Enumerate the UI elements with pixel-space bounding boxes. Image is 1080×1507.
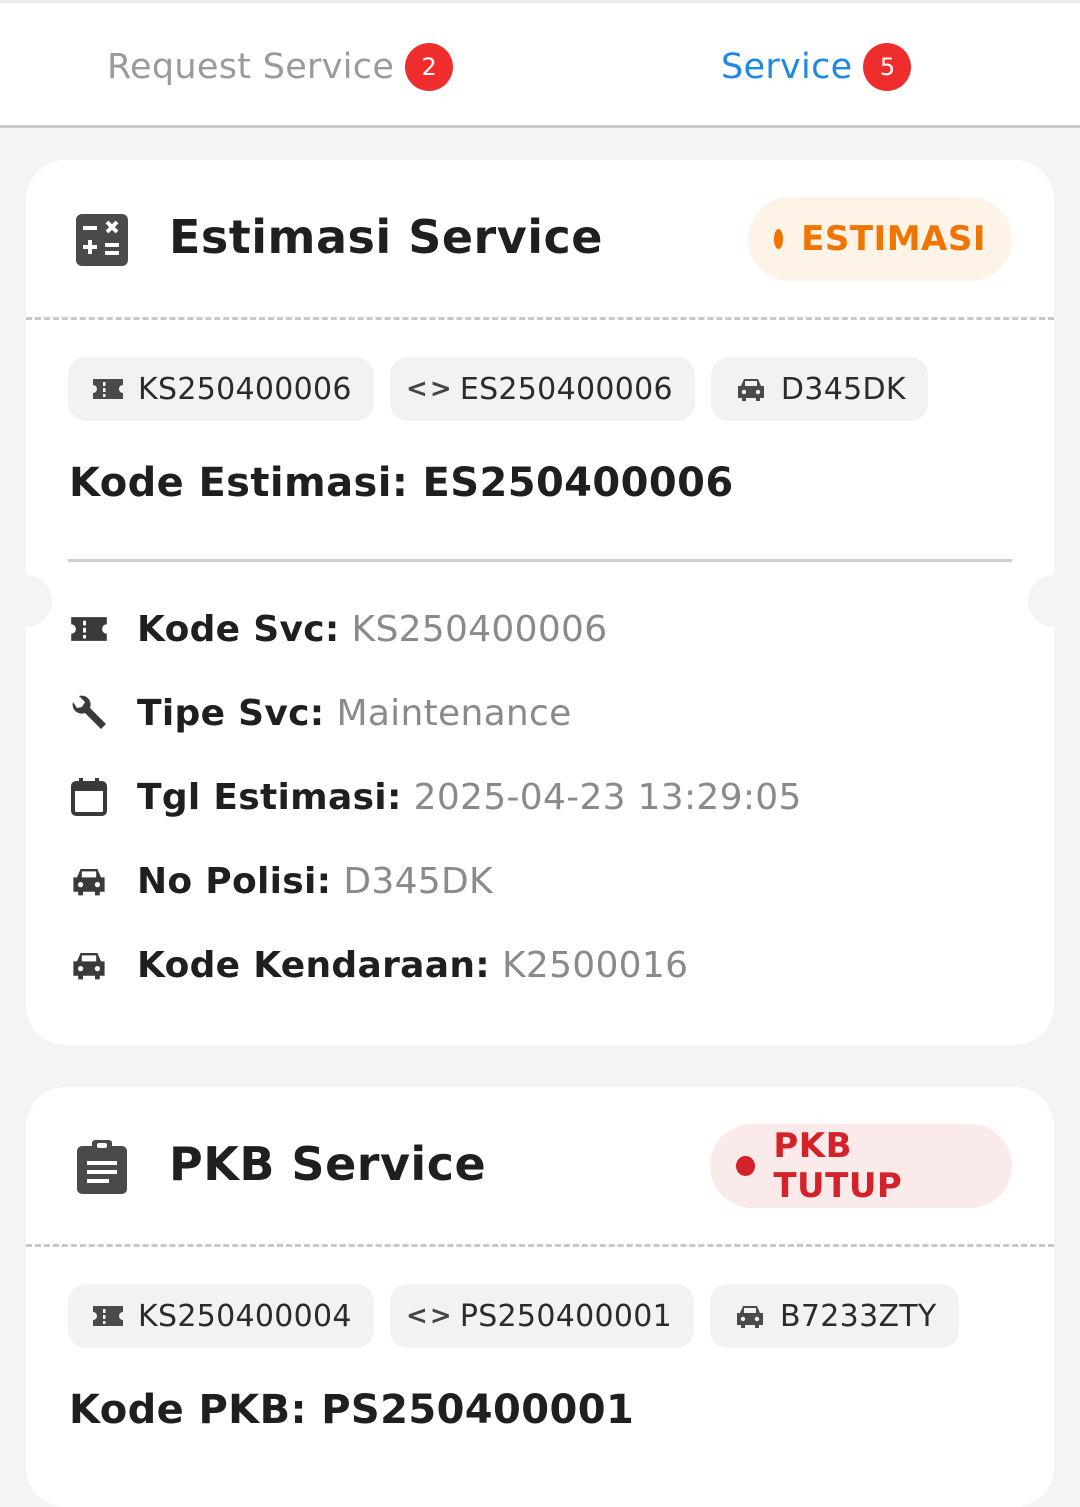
chip-text: PS250400001 [459,1298,673,1334]
plate-chip: D345DK [710,357,928,421]
pkb-code-line: Kode PKB: PS250400001 [69,1387,634,1433]
tab-service[interactable]: Service 5 [721,39,912,95]
chip-text: B7233ZTY [780,1298,937,1334]
wrench-icon [68,692,110,734]
car-icon [68,860,110,902]
ticket-icon [92,1302,124,1330]
status-dot [736,1156,756,1176]
pkb-service-card[interactable]: PKB Service PKB TUTUP KS250400004 <> PS2… [26,1087,1054,1507]
info-row-kode-kendaraan: Kode Kendaraan: K2500016 [68,937,688,993]
card-notch [1028,575,1054,627]
chip-row: KS250400006 <> ES250400006 D345DK [68,357,944,421]
pkb-code-chip: <> PS250400001 [389,1284,695,1348]
ticket-icon [68,608,110,650]
code-label: Kode PKB: [69,1387,307,1433]
tab-bar: Request Service 2 Service 5 [0,0,1080,128]
info-label: Kode Kendaraan: [137,944,490,986]
info-label: No Polisi: [137,860,332,902]
estimate-code-line: Kode Estimasi: ES250400006 [69,460,734,506]
card-header: PKB Service PKB TUTUP [26,1087,1054,1247]
car-icon [68,944,110,986]
status-badge: PKB TUTUP [710,1124,1012,1208]
chip-row: KS250400004 <> PS250400001 B7233ZTY [68,1284,975,1348]
code-value: PS250400001 [321,1387,635,1433]
clipboard-icon [74,1139,130,1195]
info-value: 2025-04-23 13:29:05 [413,776,802,818]
chip-text: D345DK [780,371,906,407]
card-notch [26,575,52,627]
car-icon [735,375,767,403]
info-label: Tipe Svc: [137,692,325,734]
info-row-no-polisi: No Polisi: D345DK [68,853,493,909]
chip-text: KS250400004 [138,1298,352,1334]
info-label: Tgl Estimasi: [137,776,402,818]
tab-label: Service [721,47,853,87]
status-dot [774,229,784,249]
info-value: Maintenance [336,692,572,734]
tab-count-badge: 5 [863,43,912,91]
card-header: Estimasi Service ESTIMASI [26,160,1054,320]
status-text: PKB TUTUP [773,1126,903,1206]
tab-label: Request Service [107,47,395,87]
ticket-icon [92,375,124,403]
service-code-chip: KS250400004 [68,1284,374,1348]
status-badge: ESTIMASI [748,197,1012,281]
calendar-icon [68,776,110,818]
tab-count-badge: 2 [405,43,454,91]
calculator-icon [74,212,130,268]
code-value: ES250400006 [422,460,734,506]
service-code-chip: KS250400006 [68,357,374,421]
car-icon [734,1302,766,1330]
info-row-tgl-estimasi: Tgl Estimasi: 2025-04-23 13:29:05 [68,769,802,825]
code-label: Kode Estimasi: [69,460,409,506]
estimasi-service-card[interactable]: Estimasi Service ESTIMASI KS250400006 <>… [26,160,1054,1045]
info-label: Kode Svc: [137,608,340,650]
info-value: KS250400006 [351,608,608,650]
code-icon: <> [406,1301,454,1331]
plate-chip: B7233ZTY [710,1284,959,1348]
info-value: K2500016 [501,944,689,986]
card-title: Estimasi Service [169,210,603,264]
estimate-code-chip: <> ES250400006 [389,357,695,421]
chip-text: KS250400006 [138,371,352,407]
info-row-kode-svc: Kode Svc: KS250400006 [68,601,607,657]
info-value: D345DK [343,860,493,902]
divider [68,559,1012,562]
chip-text: ES250400006 [459,371,673,407]
dashed-divider [26,317,1054,320]
tab-request-service[interactable]: Request Service 2 [107,39,454,95]
card-title: PKB Service [169,1137,487,1191]
status-text: ESTIMASI [801,219,986,259]
dashed-divider [26,1244,1054,1247]
code-icon: <> [406,374,454,404]
info-row-tipe-svc: Tipe Svc: Maintenance [68,685,572,741]
